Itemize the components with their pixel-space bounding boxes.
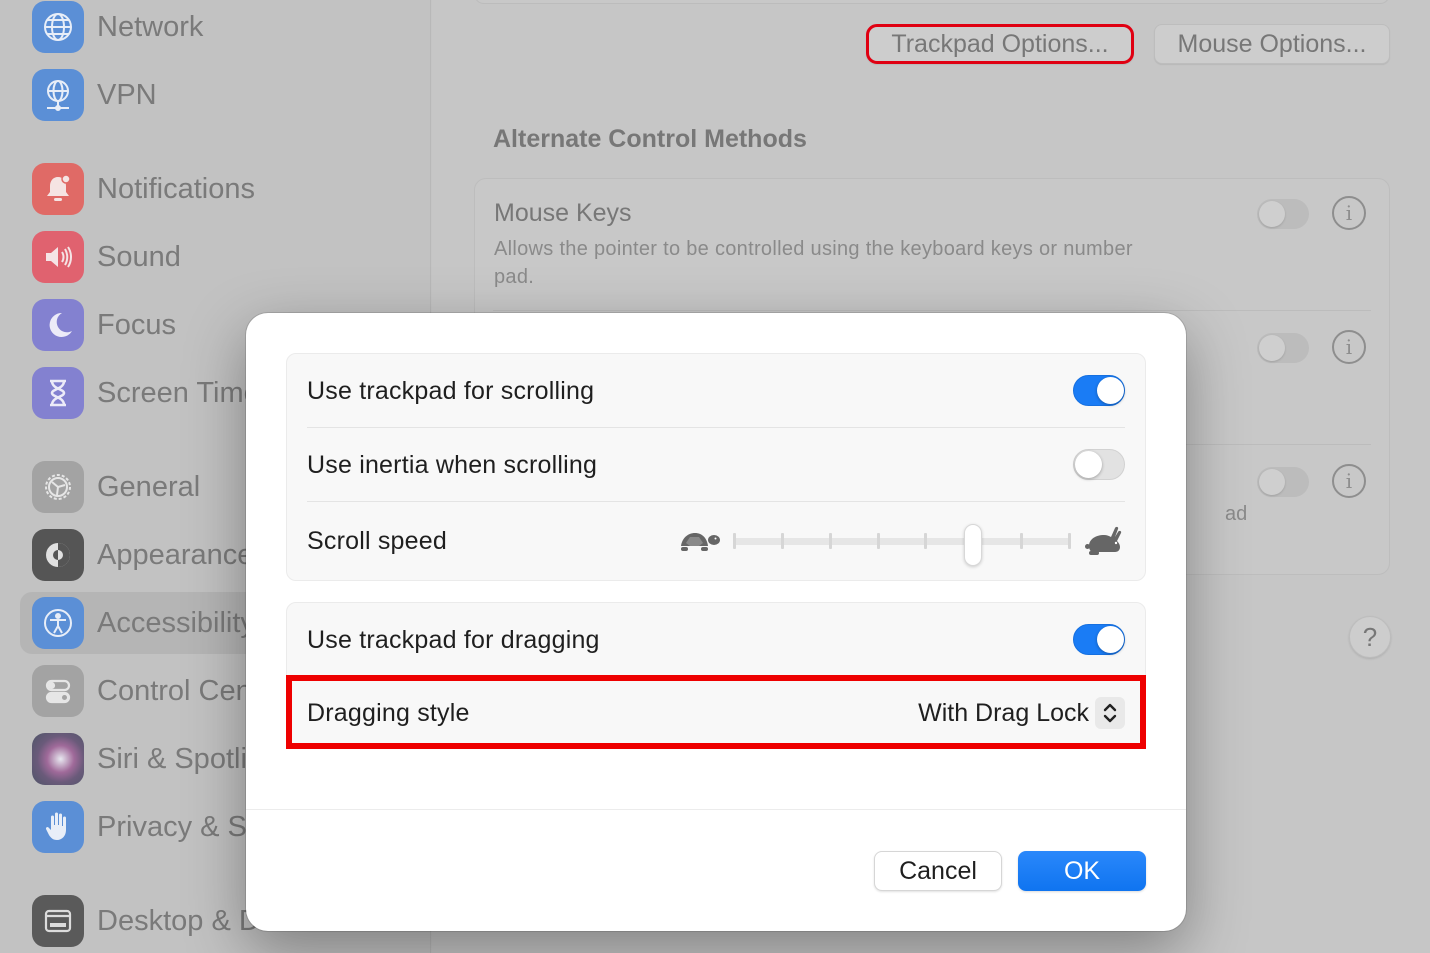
turtle-icon xyxy=(681,533,720,551)
trackpad-options-button[interactable]: Trackpad Options... xyxy=(866,24,1134,64)
gear-icon xyxy=(32,461,84,513)
appearance-icon xyxy=(32,529,84,581)
info-icon[interactable]: i xyxy=(1332,464,1366,498)
sidebar-item-label: Notifications xyxy=(97,172,255,205)
sidebar-item-label: General xyxy=(97,470,201,503)
slider-tick xyxy=(1020,533,1024,549)
siri-icon xyxy=(32,733,84,785)
alternate-row-3-partial-text: ad xyxy=(1225,503,1248,525)
divider xyxy=(493,310,1371,311)
use-trackpad-dragging-label: Use trackpad for dragging xyxy=(307,625,600,654)
sidebar-item-label: Appearance xyxy=(97,538,254,571)
use-trackpad-scrolling-toggle[interactable] xyxy=(1073,375,1125,406)
dragging-style-label: Dragging style xyxy=(307,698,470,727)
dragging-group: Use trackpad for dragging Dragging style… xyxy=(286,602,1146,748)
sidebar-item-label: Network xyxy=(97,10,204,43)
mouse-keys-toggle[interactable] xyxy=(1257,199,1309,229)
control-centre-icon xyxy=(32,665,84,717)
sidebar-item-sound[interactable]: Sound xyxy=(20,226,420,288)
slider-thumb[interactable] xyxy=(963,524,982,566)
toggle-knob xyxy=(1097,626,1124,653)
dragging-style-popup[interactable]: With Drag Lock xyxy=(918,676,1125,750)
info-icon[interactable]: i xyxy=(1332,330,1366,364)
sidebar-item-label: Accessibility xyxy=(97,606,255,639)
use-inertia-label: Use inertia when scrolling xyxy=(307,450,598,479)
hand-icon xyxy=(32,801,84,853)
hourglass-icon xyxy=(32,367,84,419)
slider-tick xyxy=(1068,533,1071,549)
use-inertia-row: Use inertia when scrolling xyxy=(287,428,1145,502)
use-trackpad-dragging-row: Use trackpad for dragging xyxy=(287,603,1145,677)
desktop-icon xyxy=(32,895,84,947)
help-button[interactable]: ? xyxy=(1349,616,1391,658)
mouse-keys-title: Mouse Keys xyxy=(494,199,632,227)
bell-icon xyxy=(32,163,84,215)
dragging-style-row: Dragging style With Drag Lock xyxy=(287,676,1145,750)
globe-icon xyxy=(32,1,84,53)
scroll-speed-row: Scroll speed xyxy=(287,504,1145,578)
mouse-keys-description: Allows the pointer to be controlled usin… xyxy=(494,238,1133,288)
toggle-knob xyxy=(1097,377,1124,404)
speaker-icon xyxy=(32,231,84,283)
slider-tick xyxy=(924,533,928,549)
toggle-knob xyxy=(1075,451,1102,478)
slider-tick xyxy=(733,533,736,549)
trackpad-options-dialog: Use trackpad for scrolling Use inertia w… xyxy=(246,313,1186,931)
vpn-globe-icon xyxy=(32,69,84,121)
ok-button[interactable]: OK xyxy=(1018,851,1146,891)
section-title: Alternate Control Methods xyxy=(493,125,807,153)
rabbit-icon xyxy=(1085,526,1122,555)
sidebar-item-vpn[interactable]: VPN xyxy=(20,64,420,126)
sidebar-item-label: VPN xyxy=(97,78,157,111)
use-trackpad-dragging-toggle[interactable] xyxy=(1073,624,1125,655)
slider-tick xyxy=(780,533,784,549)
use-trackpad-scrolling-row: Use trackpad for scrolling xyxy=(287,354,1145,428)
slider-tick xyxy=(828,533,832,549)
footer-divider xyxy=(246,809,1186,810)
alternate-row-2-toggle[interactable] xyxy=(1257,333,1309,363)
scroll-speed-label: Scroll speed xyxy=(307,526,447,555)
mouse-options-button[interactable]: Mouse Options... xyxy=(1154,24,1390,64)
moon-icon xyxy=(32,299,84,351)
scroll-speed-slider[interactable] xyxy=(677,504,1127,578)
sidebar-item-notifications[interactable]: Notifications xyxy=(20,158,420,220)
previous-card-edge xyxy=(474,0,1390,4)
scrolling-group: Use trackpad for scrolling Use inertia w… xyxy=(286,353,1146,581)
use-inertia-toggle[interactable] xyxy=(1073,449,1125,480)
alternate-row-3-toggle[interactable] xyxy=(1257,467,1309,497)
slider-tick xyxy=(876,533,880,549)
sidebar-item-label: Focus xyxy=(97,308,176,341)
accessibility-icon xyxy=(32,597,84,649)
cancel-button[interactable]: Cancel xyxy=(874,851,1002,891)
divider xyxy=(307,501,1125,502)
dragging-style-value: With Drag Lock xyxy=(918,698,1089,727)
sidebar-item-network[interactable]: Network xyxy=(20,0,420,58)
mouse-keys-row: Mouse Keys Allows the pointer to be cont… xyxy=(475,179,1389,313)
info-icon[interactable]: i xyxy=(1332,196,1366,230)
sidebar-item-label: Sound xyxy=(97,240,181,273)
use-trackpad-scrolling-label: Use trackpad for scrolling xyxy=(307,376,595,405)
sidebar-item-label: Screen Time xyxy=(97,376,260,409)
chevron-up-down-icon[interactable] xyxy=(1095,697,1125,729)
